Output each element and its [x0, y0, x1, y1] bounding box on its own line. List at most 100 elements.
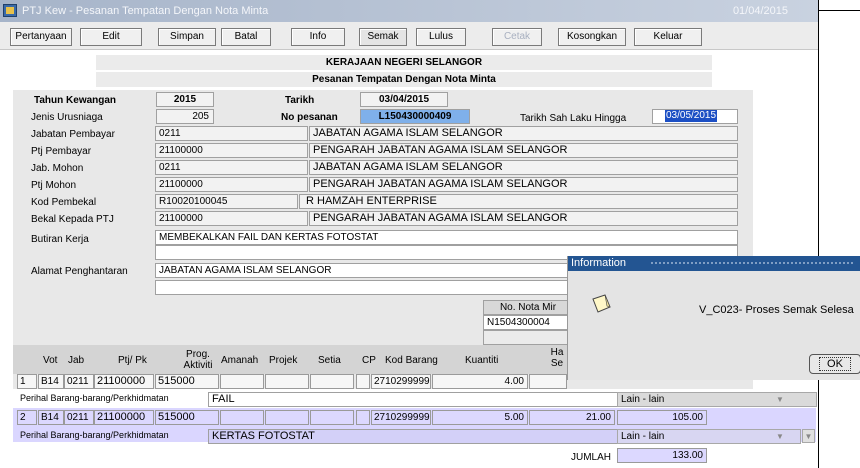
- keluar-button[interactable]: Keluar: [634, 28, 702, 46]
- row2-kod[interactable]: 271029999990: [371, 410, 431, 425]
- lulus-button[interactable]: Lulus: [416, 28, 466, 46]
- row2-jab[interactable]: 0211: [64, 410, 94, 425]
- row2-projek[interactable]: [265, 410, 309, 425]
- row2-jumlah: 105.00: [617, 410, 707, 425]
- dialog-message: V_C023- Proses Semak Selesa: [699, 304, 854, 316]
- row1-prog[interactable]: 515000: [155, 374, 219, 389]
- no-nota-minta-extra: [483, 330, 573, 345]
- ok-button[interactable]: OK: [809, 354, 860, 374]
- window-title: PTJ Kew - Pesanan Tempatan Dengan Nota M…: [22, 5, 269, 17]
- kod-pembekal-code-field[interactable]: R10020100045: [155, 194, 298, 209]
- kod-pembekal-label: Kod Pembekal: [31, 197, 97, 208]
- row2-setia[interactable]: [310, 410, 354, 425]
- col-cp: CP: [362, 355, 376, 366]
- kosongkan-button[interactable]: Kosongkan: [558, 28, 626, 46]
- butiran-kerja-label: Butiran Kerja: [31, 234, 89, 245]
- kod-pembekal-name-field: R HAMZAH ENTERPRISE: [299, 194, 738, 209]
- header-title: KERAJAAN NEGERI SELANGOR: [96, 55, 712, 70]
- app-icon: [3, 4, 17, 17]
- row2-harga[interactable]: 21.00: [529, 410, 615, 425]
- row1-projek[interactable]: [265, 374, 309, 389]
- dialog-title: Information: [571, 257, 627, 269]
- row2-vot[interactable]: B14: [38, 410, 64, 425]
- col-kod-barang: Kod Barang: [385, 355, 438, 366]
- batal-button[interactable]: Batal: [221, 28, 271, 46]
- info-button[interactable]: Info: [291, 28, 345, 46]
- ptj-pembayar-label: Ptj Pembayar: [31, 146, 92, 157]
- dialog-title-bar: Information: [568, 256, 860, 271]
- row2-prog[interactable]: 515000: [155, 410, 219, 425]
- bekal-kepada-name-field: PENGARAH JABATAN AGAMA ISLAM SELANGOR: [309, 211, 738, 226]
- header-subtitle: Pesanan Tempatan Dengan Nota Minta: [96, 72, 712, 87]
- row1-kuantiti[interactable]: 4.00: [432, 374, 528, 389]
- row1-perihal-field[interactable]: FAIL: [208, 392, 620, 407]
- tarikh-sah-value: 03/05/2015: [665, 110, 718, 122]
- jumlah-field: 133.00: [617, 448, 707, 463]
- row2-ptj[interactable]: 21100000: [94, 410, 154, 425]
- col-amanah: Amanah: [221, 355, 259, 366]
- no-pesanan-field[interactable]: L150430000409: [360, 109, 470, 124]
- bekal-kepada-code-field[interactable]: 21100000: [155, 211, 308, 226]
- no-nota-minta-label: No. Nota Mir: [483, 300, 573, 315]
- cetak-button[interactable]: Cetak: [492, 28, 542, 46]
- jabatan-pembayar-label: Jabatan Pembayar: [31, 129, 115, 140]
- jab-mohon-code-field[interactable]: 0211: [155, 160, 308, 175]
- jumlah-label: JUMLAH: [571, 452, 612, 463]
- note-icon: [592, 294, 611, 313]
- tarikh-sah-label: Tarikh Sah Laku Hingga: [520, 113, 627, 124]
- ptj-mohon-name-field: PENGARAH JABATAN AGAMA ISLAM SELANGOR: [309, 177, 738, 192]
- tahun-field[interactable]: 2015: [156, 92, 214, 107]
- row1-kategori-select[interactable]: Lain - lain: [617, 392, 817, 407]
- col-prog: Prog. Aktiviti: [183, 349, 213, 371]
- jabatan-pembayar-code-field[interactable]: 0211: [155, 126, 308, 141]
- row2-perihal-field[interactable]: KERTAS FOTOSTAT: [208, 429, 620, 444]
- col-jab: Jab: [68, 355, 85, 366]
- row2-kategori-dropdown-icon[interactable]: ▼: [773, 430, 787, 443]
- no-nota-minta-field[interactable]: N1504300004: [483, 315, 573, 330]
- row2-scroll-down-icon[interactable]: ▼: [802, 429, 815, 443]
- jenis-urusniaga-field[interactable]: 205: [156, 109, 214, 124]
- row1-kod[interactable]: 271029999990: [371, 374, 431, 389]
- bekal-kepada-label: Bekal Kepada PTJ: [31, 214, 114, 225]
- app-window: PTJ Kew - Pesanan Tempatan Dengan Nota M…: [0, 0, 860, 468]
- ptj-pembayar-name-field: PENGARAH JABATAN AGAMA ISLAM SELANGOR: [309, 143, 738, 158]
- tarikh-sah-field[interactable]: 03/05/2015: [652, 109, 738, 124]
- row2-kuantiti[interactable]: 5.00: [432, 410, 528, 425]
- col-projek: Projek: [269, 355, 298, 366]
- col-ptj: Ptj/ Pk: [118, 355, 147, 366]
- row1-kategori-dropdown-icon[interactable]: ▼: [773, 393, 787, 406]
- title-bar-texture: [650, 261, 855, 266]
- row1-kategori-value: Lain - lain: [621, 394, 665, 405]
- row1-setia[interactable]: [310, 374, 354, 389]
- alamat-label: Alamat Penghantaran: [31, 266, 128, 277]
- edit-button[interactable]: Edit: [80, 28, 142, 46]
- row2-kategori-value: Lain - lain: [621, 431, 665, 442]
- information-dialog: Information V_C023- Proses Semak Selesa …: [567, 256, 860, 380]
- ptj-mohon-label: Ptj Mohon: [31, 180, 77, 191]
- col-harga: Ha Se: [550, 347, 564, 369]
- butiran-kerja-field-1[interactable]: MEMBEKALKAN FAIL DAN KERTAS FOTOSTAT: [155, 230, 738, 245]
- row1-cp[interactable]: [356, 374, 370, 389]
- jab-mohon-label: Jab. Mohon: [31, 163, 84, 174]
- row1-jab[interactable]: 0211: [64, 374, 94, 389]
- ptj-pembayar-code-field[interactable]: 21100000: [155, 143, 308, 158]
- row1-amanah[interactable]: [220, 374, 264, 389]
- tarikh-field[interactable]: 03/04/2015: [360, 92, 448, 107]
- window-border: [818, 0, 819, 468]
- toolbar: Pertanyaan Edit Simpan Batal Info Semak …: [0, 22, 818, 50]
- window-border-top: [818, 10, 860, 11]
- row2-no: 2: [17, 410, 37, 425]
- row2-cp[interactable]: [356, 410, 370, 425]
- jab-mohon-name-field: JABATAN AGAMA ISLAM SELANGOR: [309, 160, 738, 175]
- row1-harga[interactable]: [529, 374, 567, 389]
- row1-no: 1: [17, 374, 37, 389]
- row1-ptj[interactable]: 21100000: [94, 374, 154, 389]
- pertanyaan-button[interactable]: Pertanyaan: [10, 28, 72, 46]
- ptj-mohon-code-field[interactable]: 21100000: [155, 177, 308, 192]
- semak-button[interactable]: Semak: [359, 28, 407, 46]
- row2-perihal-label: Perihal Barang-barang/Perkhidmatan: [20, 430, 169, 440]
- row2-amanah[interactable]: [220, 410, 264, 425]
- row1-vot[interactable]: B14: [38, 374, 64, 389]
- col-vot: Vot: [43, 355, 58, 366]
- simpan-button[interactable]: Simpan: [158, 28, 216, 46]
